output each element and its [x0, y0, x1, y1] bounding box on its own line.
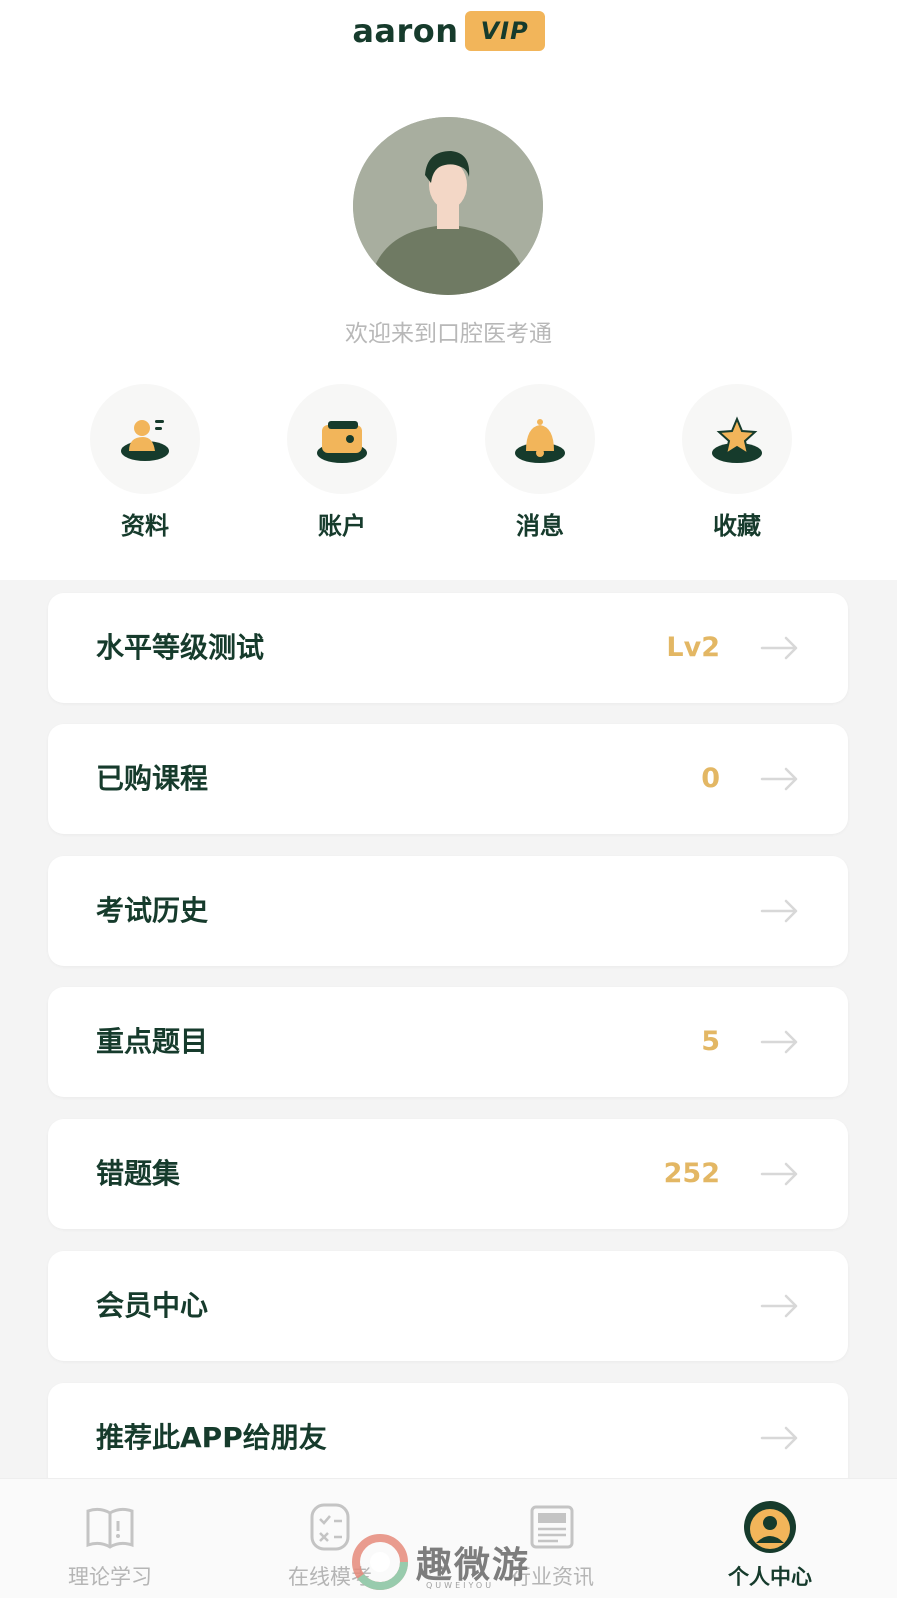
watermark: 趣微游 QUWEIYOU: [352, 1533, 612, 1591]
quick-action-label: 消息: [516, 512, 564, 540]
arrow-right-icon: [760, 899, 798, 923]
welcome-text: 欢迎来到口腔医考通: [345, 321, 552, 347]
menu-item-value: 5: [701, 1026, 720, 1057]
quick-action-label: 账户: [318, 512, 366, 540]
menu-item-label: 推荐此APP给朋友: [96, 1421, 327, 1454]
menu-item-label: 已购课程: [96, 762, 209, 795]
menu-item-exam-history[interactable]: 考试历史: [48, 856, 848, 966]
tab-theory-study[interactable]: 理论学习: [20, 1479, 200, 1591]
menu-item-label: 考试历史: [96, 894, 209, 927]
profile-header: aaron VIP 欢迎来到口腔医考通 资料 账户 消息 收藏: [0, 0, 897, 580]
arrow-right-icon: [760, 1030, 798, 1054]
bell-icon: [515, 419, 565, 463]
quick-action-label: 收藏: [713, 512, 761, 540]
tab-personal-center[interactable]: 个人中心: [680, 1479, 860, 1591]
star-icon: [712, 416, 762, 463]
book-icon: [86, 1507, 134, 1549]
menu-item-label: 错题集: [96, 1157, 181, 1190]
quick-action-account[interactable]: 账户: [277, 384, 407, 541]
username: aaron: [352, 12, 459, 50]
watermark-logo-icon: [352, 1534, 408, 1590]
person-avatar-icon: [353, 117, 543, 295]
menu-item-level-test[interactable]: 水平等级测试 Lv2: [48, 593, 848, 703]
quick-actions: 资料 账户 消息 收藏: [0, 384, 897, 544]
menu-item-value: 0: [701, 763, 720, 794]
menu-item-member-center[interactable]: 会员中心: [48, 1251, 848, 1361]
arrow-right-icon: [760, 1162, 798, 1186]
quick-action-label: 资料: [121, 512, 169, 540]
arrow-right-icon: [760, 1426, 798, 1450]
profile-icon: [121, 420, 169, 461]
avatar[interactable]: [353, 117, 543, 295]
arrow-right-icon: [760, 767, 798, 791]
menu-item-key-questions[interactable]: 重点题目 5: [48, 987, 848, 1097]
vip-badge[interactable]: VIP: [464, 11, 545, 51]
arrow-right-icon: [760, 1294, 798, 1318]
user-icon: [744, 1501, 796, 1553]
tab-label: 理论学习: [68, 1565, 152, 1589]
menu-item-label: 重点题目: [96, 1025, 209, 1058]
username-row: aaron VIP: [0, 4, 897, 58]
menu-item-label: 水平等级测试: [96, 631, 265, 664]
menu-item-recommend-app[interactable]: 推荐此APP给朋友: [48, 1383, 848, 1493]
menu-item-wrong-questions[interactable]: 错题集 252: [48, 1119, 848, 1229]
quick-action-messages[interactable]: 消息: [475, 384, 605, 541]
watermark-subtext: QUWEIYOU: [426, 1581, 495, 1590]
arrow-right-icon: [760, 636, 798, 660]
menu-item-purchased-courses[interactable]: 已购课程 0: [48, 724, 848, 834]
tab-label: 个人中心: [728, 1565, 812, 1589]
menu-item-value: Lv2: [666, 632, 720, 663]
menu-item-label: 会员中心: [96, 1289, 209, 1322]
quick-action-favorites[interactable]: 收藏: [672, 384, 802, 541]
menu-item-value: 252: [663, 1158, 720, 1189]
exam-icon: [310, 1503, 350, 1551]
wallet-icon: [317, 421, 367, 463]
quick-action-profile[interactable]: 资料: [80, 384, 210, 541]
